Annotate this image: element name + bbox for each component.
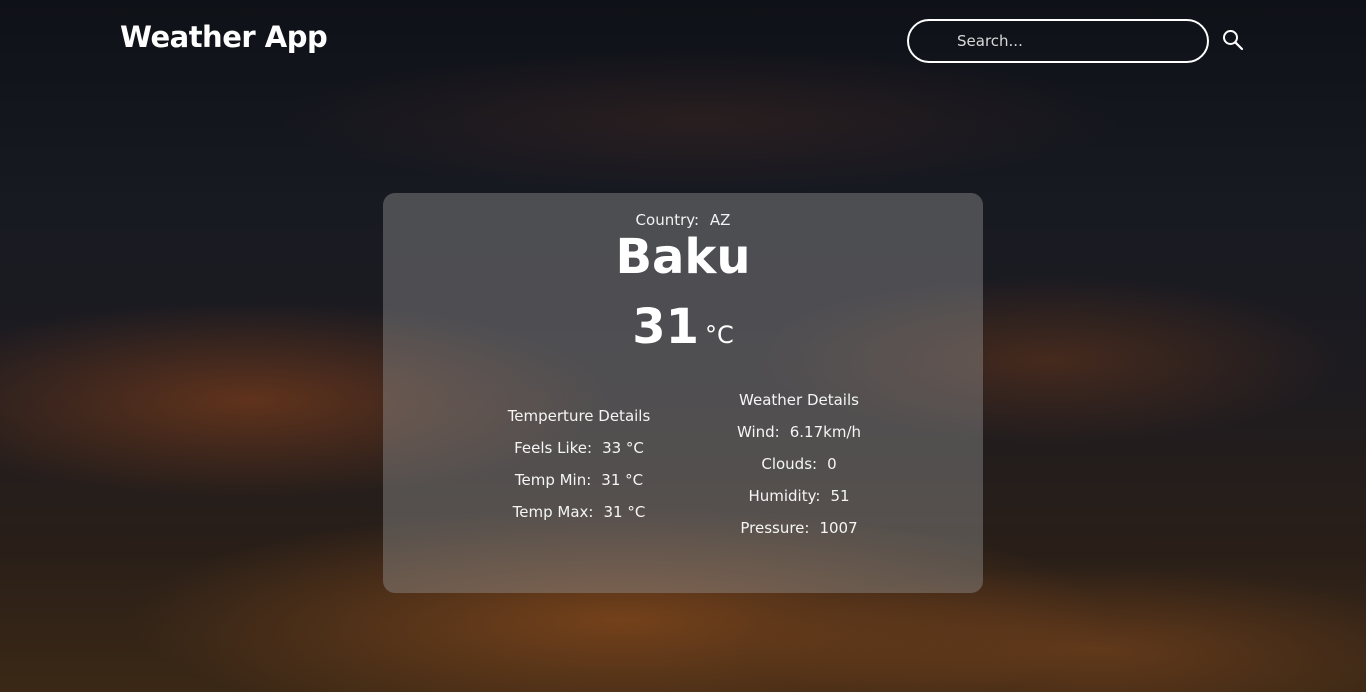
temp-min-row: Temp Min: 31 °C: [469, 471, 689, 503]
country-line: Country: AZ: [383, 211, 983, 229]
wind-value: 6.17km/h: [789, 423, 862, 441]
search-icon: [1223, 29, 1244, 50]
city-name: Baku: [615, 229, 751, 285]
temp-max-value: 31 °C: [603, 503, 646, 521]
humidity-row: Humidity: 51: [689, 487, 909, 519]
app-logo: Weather App: [120, 20, 328, 54]
weather-details: Weather Details Wind: 6.17km/h Clouds: 0 H…: [689, 391, 909, 551]
feels-like-row: Feels Like: 33 °C: [469, 439, 689, 471]
temp-min-label: Temp Min:: [514, 471, 592, 489]
search-input[interactable]: [907, 19, 1209, 63]
pressure-value: 1007: [819, 519, 858, 537]
wind-row: Wind: 6.17km/h: [689, 423, 909, 455]
feels-like-value: 33 °C: [602, 439, 644, 457]
temp-max-row: Temp Max: 31 °C: [469, 503, 689, 535]
feels-like-label: Feels Like:: [514, 439, 593, 457]
current-temperature: 31 °C: [383, 299, 983, 355]
pressure-label: Pressure:: [740, 519, 810, 537]
clouds-value: 0: [827, 455, 837, 473]
header: Weather App: [0, 0, 1366, 84]
humidity-label: Humidity:: [748, 487, 821, 505]
temperature-value: 31: [632, 299, 700, 355]
country-code: AZ: [709, 211, 731, 229]
clouds-label: Clouds:: [761, 455, 818, 473]
weather-details-title: Weather Details: [739, 391, 859, 409]
temperature-unit: °C: [705, 321, 734, 349]
weather-card: Country: AZ Baku 31 °C Temperture Details…: [383, 193, 983, 593]
humidity-value: 51: [830, 487, 850, 505]
temperature-details-title: Temperture Details: [507, 407, 651, 425]
clouds-row: Clouds: 0: [689, 455, 909, 487]
wind-label: Wind:: [736, 423, 780, 441]
temperature-details: Temperture Details Feels Like: 33 °C Temp…: [469, 407, 689, 535]
country-label: Country:: [635, 211, 700, 229]
temp-max-label: Temp Max:: [512, 503, 594, 521]
search-button[interactable]: [1220, 28, 1246, 54]
temp-min-value: 31 °C: [601, 471, 644, 489]
pressure-row: Pressure: 1007: [689, 519, 909, 551]
